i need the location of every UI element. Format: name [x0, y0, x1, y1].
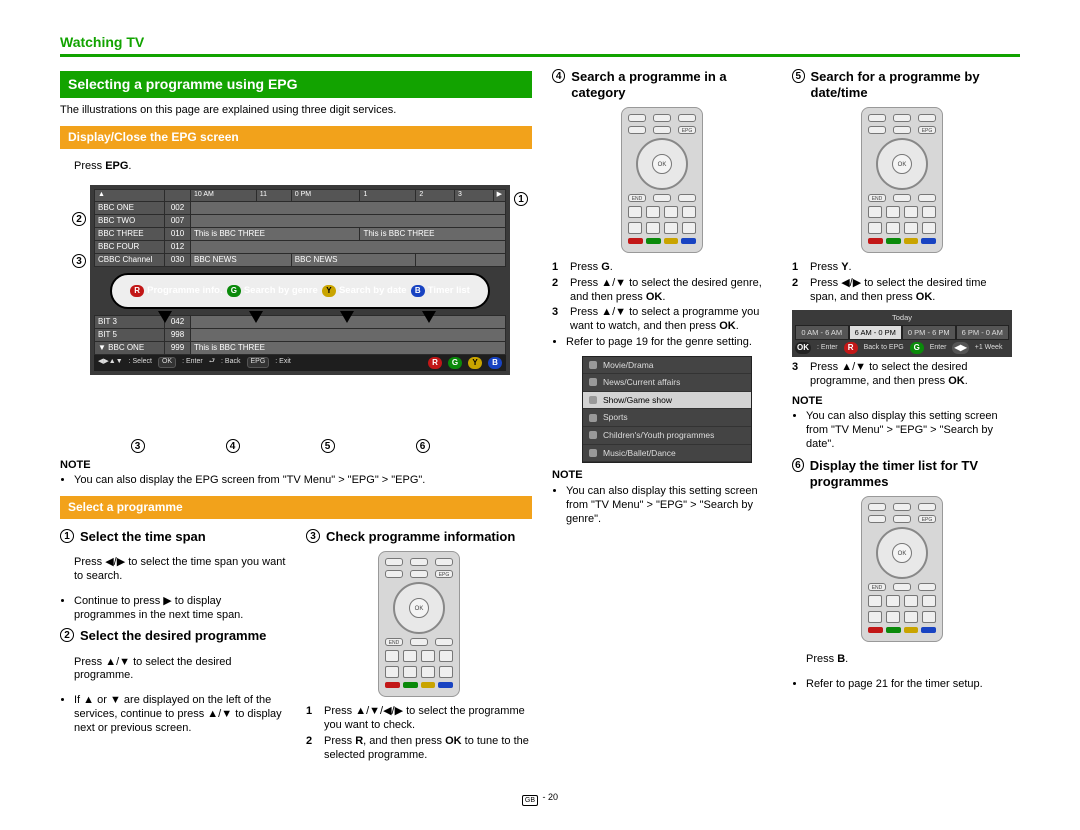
color-key-bubble: RProgramme info. GSearch by genre YSearc… — [110, 273, 490, 309]
remote-step6: EPG OK END — [861, 496, 943, 642]
epg-screenshot: 2 ▲ 10 AM 11 0 PM 1 2 — [68, 185, 532, 453]
section-title: Watching TV — [60, 34, 1020, 52]
step6-title: Display the timer list for TV programmes — [810, 458, 1012, 491]
remote-step4: EPG OK END — [621, 107, 703, 253]
step1-title: Select the time span — [80, 529, 206, 545]
bar-display-close: Display/Close the EPG screen — [60, 126, 532, 149]
bar-select-prog: Select a programme — [60, 496, 532, 519]
note-head-5: NOTE — [792, 395, 1012, 409]
callout-2: 2 — [72, 212, 86, 226]
epg-grid: ▲ 10 AM 11 0 PM 1 2 3 ▶ BBC ONE002 — [90, 185, 510, 375]
note-head-4: NOTE — [552, 469, 772, 483]
date-strip: Today 0 AM - 6 AM 6 AM - 0 PM 0 PM - 6 P… — [792, 310, 1012, 357]
step5-title: Search for a programme by date/time — [811, 69, 1012, 102]
remote-step3: EPG OK END — [378, 551, 460, 697]
remote-step5: EPG OK END — [861, 107, 943, 253]
step3-title: Check programme information — [326, 529, 515, 545]
genre-menu: Movie/Drama News/Current affairs Show/Ga… — [582, 356, 752, 464]
col-mid: 4Search a programme in a category EPG OK… — [552, 63, 772, 765]
bar-selecting-epg: Selecting a programme using EPG — [60, 71, 532, 99]
note-head-1: NOTE — [60, 459, 532, 473]
epg-up-arrow: ▲ — [95, 189, 165, 201]
col-right: 5Search for a programme by date/time EPG… — [792, 63, 1012, 765]
page-footer: GB - 20 — [60, 792, 1020, 806]
step4-title: Search a programme in a category — [571, 69, 772, 102]
col-left: Selecting a programme using EPG The illu… — [60, 63, 532, 765]
step2-body: Press ▲/▼ to select the desired programm… — [60, 656, 286, 684]
step2-title: Select the desired programme — [80, 628, 266, 644]
press-epg: Press EPG. — [60, 160, 532, 174]
note-1: You can also display the EPG screen from… — [60, 474, 532, 488]
epg-bottom-bar: ◀▶▲▼: Select OK: Enter ⮐: Back EPG: Exit… — [94, 355, 506, 371]
callout-1: 1 — [514, 192, 528, 206]
manual-page: Watching TV Selecting a programme using … — [0, 0, 1080, 830]
green-rule — [60, 54, 1020, 57]
intro-text: The illustrations on this page are expla… — [60, 104, 532, 118]
step1-body: Press ◀/▶ to select the time span you wa… — [60, 556, 286, 584]
